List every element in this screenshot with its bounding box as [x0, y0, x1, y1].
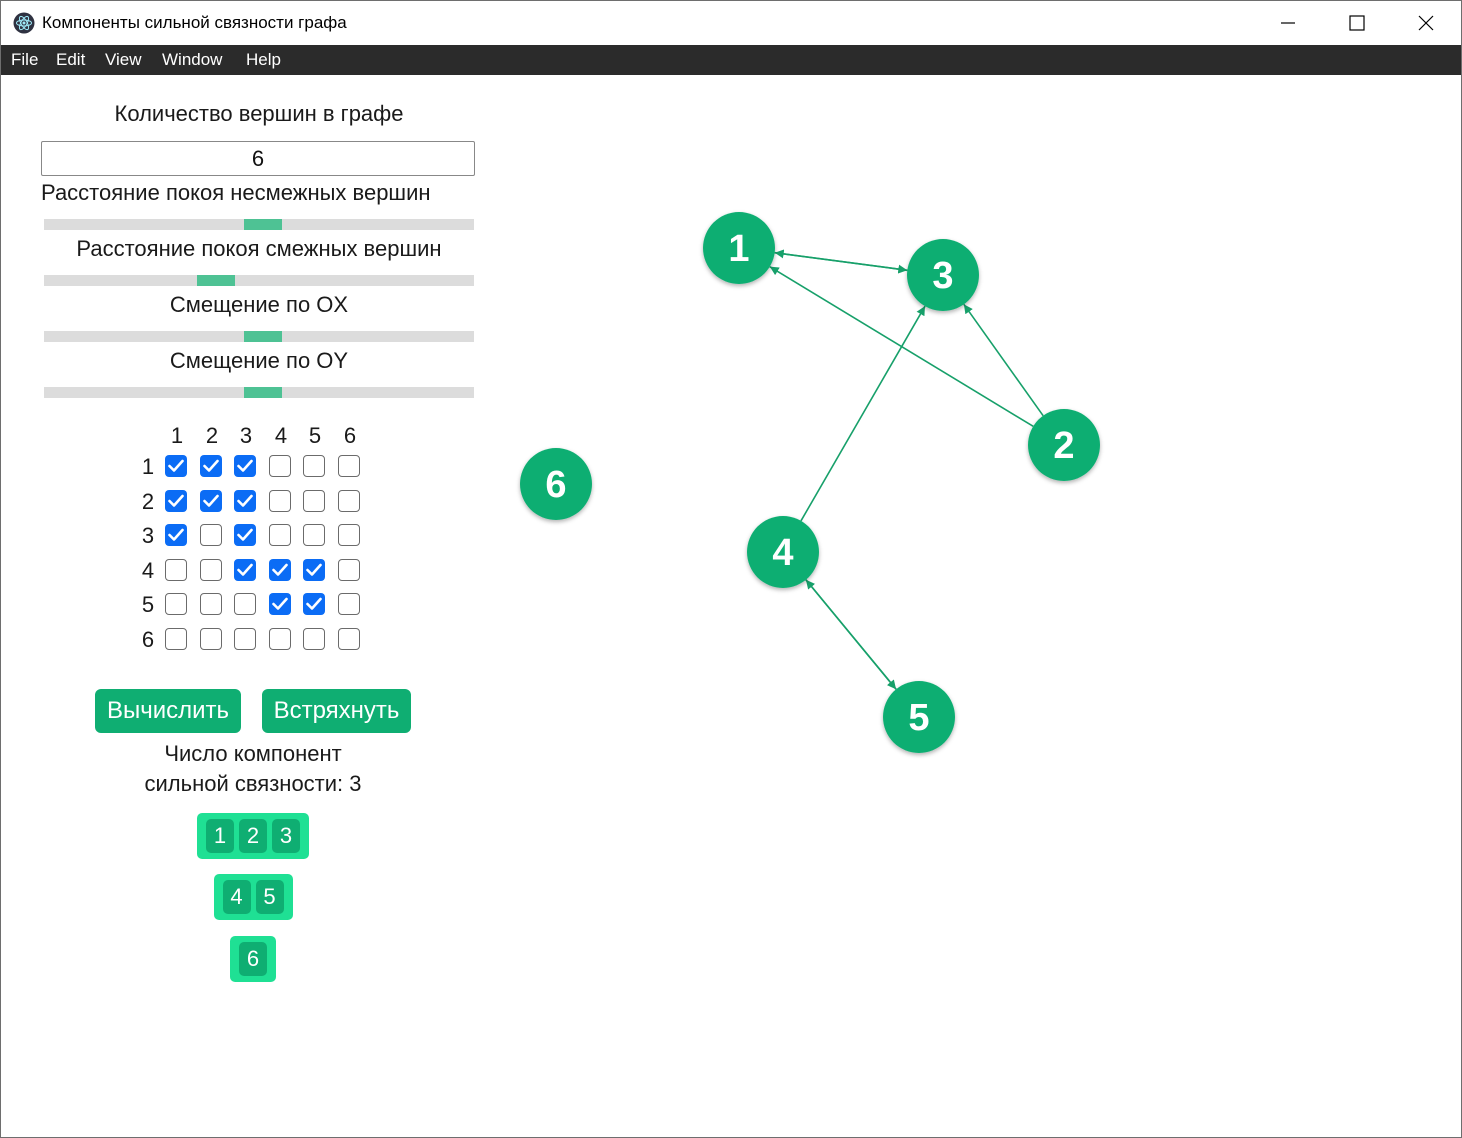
- graph-node-2[interactable]: 2: [1028, 409, 1100, 481]
- graph-nodes: 1 2 3 4 5 6: [520, 212, 1100, 753]
- menu-window[interactable]: Window: [162, 50, 222, 70]
- menu-file[interactable]: File: [11, 50, 38, 70]
- graph-node-4[interactable]: 4: [747, 516, 819, 588]
- menu-help[interactable]: Help: [246, 50, 281, 70]
- graph-node-label: 3: [932, 255, 953, 297]
- menu-edit[interactable]: Edit: [56, 50, 85, 70]
- graph-node-6[interactable]: 6: [520, 448, 592, 520]
- app-window: Компоненты сильной связности графа File …: [0, 0, 1462, 1138]
- graph-node-label: 1: [728, 228, 749, 270]
- close-button[interactable]: [1391, 1, 1461, 45]
- close-icon: [1418, 15, 1434, 31]
- maximize-button[interactable]: [1322, 1, 1392, 45]
- graph-node-label: 4: [772, 532, 793, 574]
- minimize-button[interactable]: [1253, 1, 1323, 45]
- graph-node-label: 5: [908, 697, 929, 739]
- title-bar: Компоненты сильной связности графа: [1, 1, 1461, 45]
- graph-edge-2-3: [963, 303, 1044, 417]
- graph-edge-3-1: [774, 249, 908, 272]
- menu-view[interactable]: View: [105, 50, 142, 70]
- graph-canvas[interactable]: 1 2 3 4 5 6: [1, 75, 1461, 1135]
- graph-edge-5-4: [805, 579, 897, 690]
- graph-edge-4-3: [800, 305, 926, 522]
- minimize-icon: [1281, 22, 1295, 24]
- electron-app-icon: [13, 12, 35, 34]
- menu-bar: File Edit View Window Help: [1, 45, 1461, 75]
- graph-node-3[interactable]: 3: [907, 239, 979, 311]
- graph-node-1[interactable]: 1: [703, 212, 775, 284]
- graph-node-label: 2: [1053, 425, 1074, 467]
- graph-node-5[interactable]: 5: [883, 681, 955, 753]
- graph-edges: [769, 249, 1044, 690]
- window-title: Компоненты сильной связности графа: [42, 13, 347, 32]
- graph-node-label: 6: [545, 464, 566, 506]
- maximize-icon: [1349, 15, 1365, 31]
